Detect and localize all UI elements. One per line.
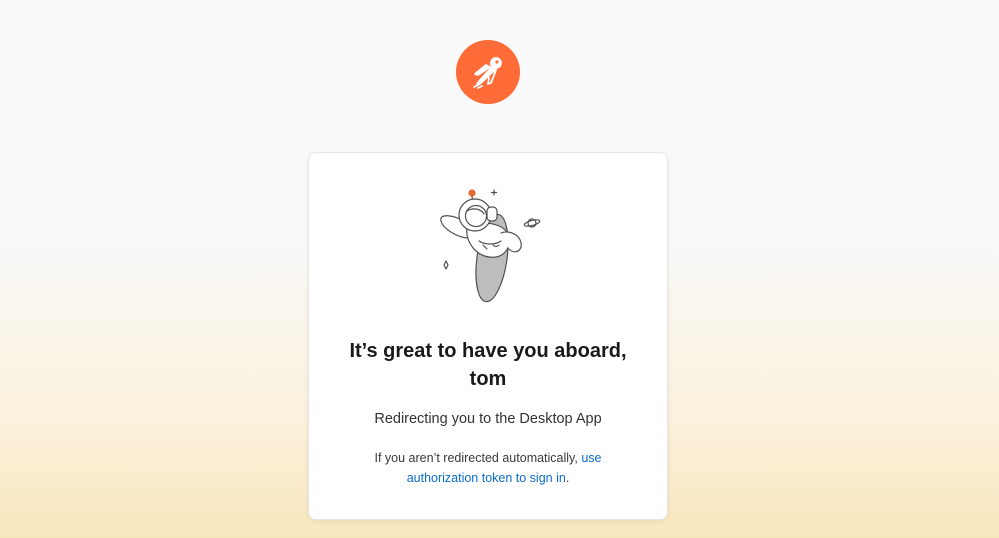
redirect-message: Redirecting you to the Desktop App	[374, 411, 602, 427]
welcome-title: It’s great to have you aboard, tom	[349, 340, 627, 390]
postman-rocket-icon	[473, 57, 502, 89]
hint-period: .	[565, 471, 570, 485]
welcome-card: It’s great to have you aboard, tom Redir…	[308, 152, 668, 520]
postman-logo	[456, 40, 520, 104]
astronaut-illustration	[440, 189, 541, 303]
redirect-hint: If you aren’t redirected automatically, …	[364, 448, 612, 488]
hint-text: If you aren’t redirected automatically,	[374, 451, 582, 465]
